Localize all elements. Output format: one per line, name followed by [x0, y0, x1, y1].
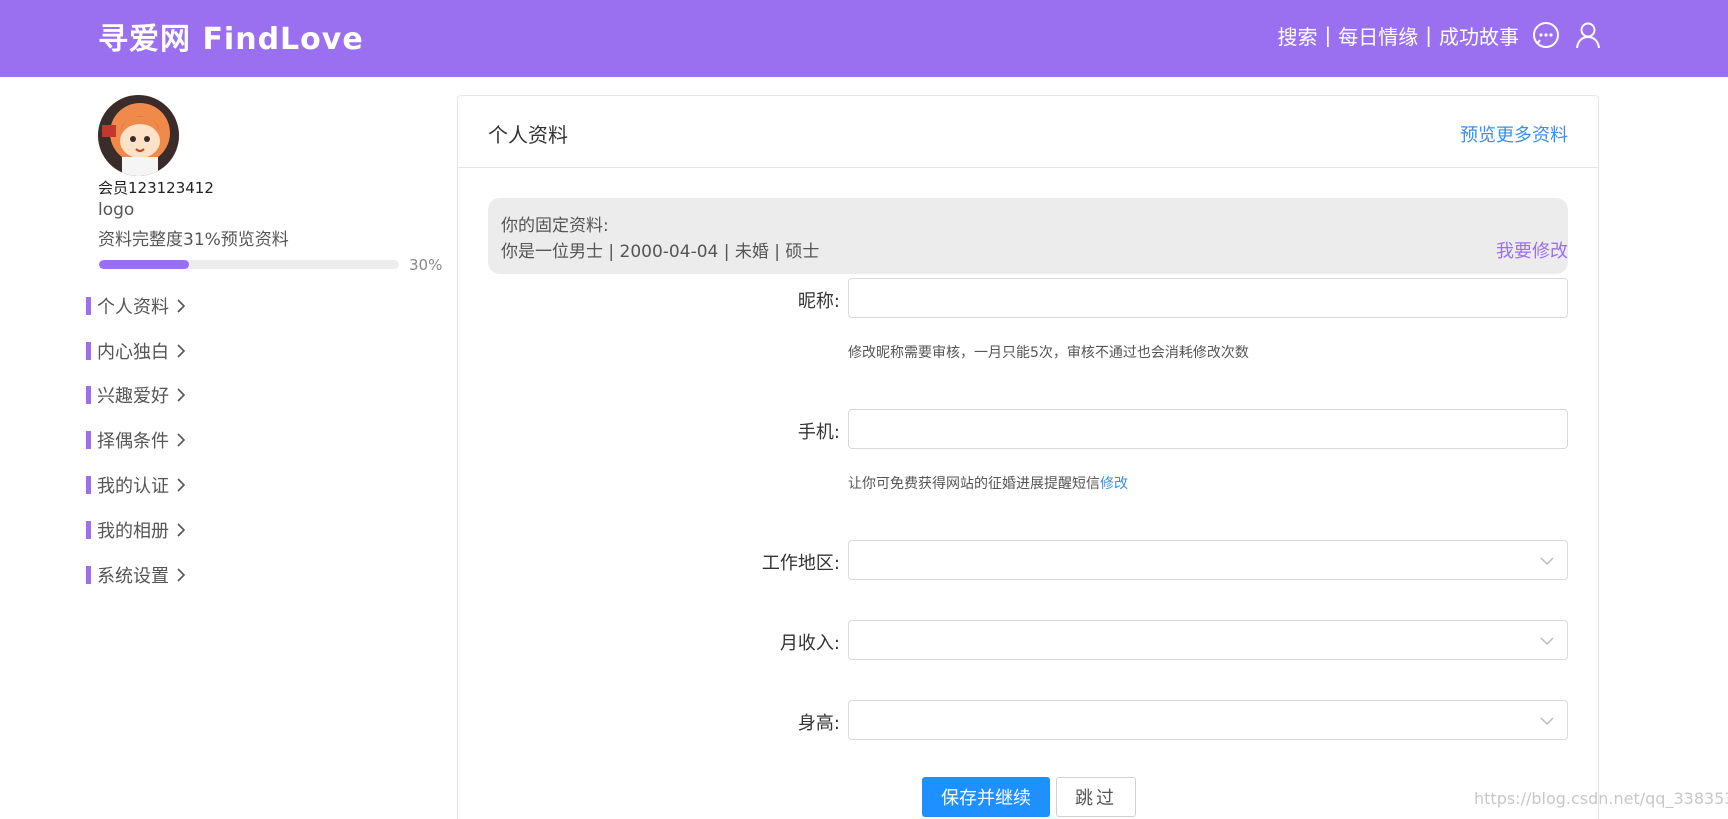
- work-region-select[interactable]: [848, 540, 1568, 580]
- chat-icon[interactable]: [1531, 20, 1561, 50]
- nav-search[interactable]: 搜索: [1278, 21, 1318, 50]
- profile-panel: 个人资料 预览更多资料 你的固定资料: 你是一位男士 | 2000-04-04 …: [457, 95, 1599, 819]
- monthly-income-select[interactable]: [848, 620, 1568, 660]
- nav-success-stories[interactable]: 成功故事: [1439, 21, 1519, 50]
- watermark: https://blog.csdn.net/qq_33835370: [1474, 789, 1728, 808]
- chevron-down-icon: [1540, 557, 1554, 566]
- save-continue-button[interactable]: 保存并继续: [922, 777, 1050, 817]
- fixed-info-title: 你的固定资料:: [501, 216, 609, 236]
- sidebar: 会员123123412 logo 资料完整度31%预览资料 30% 个人资料 内…: [0, 77, 456, 819]
- phone-edit-link[interactable]: 修改: [1100, 476, 1128, 492]
- chevron-right-icon: [177, 344, 186, 358]
- phone-hint: 让你可免费获得网站的征婚进展提醒短信修改: [848, 473, 1128, 493]
- phone-hint-text: 让你可免费获得网站的征婚进展提醒短信: [848, 476, 1100, 492]
- nickname-label: 昵称:: [797, 291, 840, 312]
- progress-percent: 30%: [409, 256, 443, 274]
- chevron-right-icon: [177, 478, 186, 492]
- logo-text: logo: [98, 200, 135, 220]
- height-select[interactable]: [848, 700, 1568, 740]
- height-label: 身高:: [797, 713, 840, 734]
- menu-marker: [86, 431, 91, 449]
- page-title: 个人资料: [488, 123, 568, 147]
- site-logo[interactable]: 寻爱网 FindLove: [98, 14, 364, 58]
- chevron-right-icon: [177, 523, 186, 537]
- sidebar-item-label: 系统设置: [97, 566, 169, 587]
- sidebar-item-album[interactable]: 我的相册: [86, 518, 187, 542]
- skip-button[interactable]: 跳过: [1056, 777, 1136, 817]
- menu-marker: [86, 342, 91, 360]
- edit-fixed-info-link[interactable]: 我要修改: [1496, 237, 1568, 263]
- user-icon[interactable]: [1573, 20, 1603, 50]
- sidebar-item-label: 我的相册: [97, 521, 169, 542]
- chevron-right-icon: [177, 433, 186, 447]
- nav-separator: |: [1324, 23, 1332, 47]
- progress-fill: [99, 260, 189, 269]
- nickname-field[interactable]: [848, 278, 1568, 318]
- top-nav: 搜索 | 每日情缘 | 成功故事: [1278, 20, 1604, 50]
- nav-separator: |: [1425, 23, 1432, 47]
- sidebar-item-profile[interactable]: 个人资料: [86, 294, 187, 318]
- fixed-info-box: 你的固定资料: 你是一位男士 | 2000-04-04 | 未婚 | 硕士 我要…: [488, 198, 1568, 274]
- sidebar-item-label: 内心独白: [97, 342, 169, 363]
- menu-marker: [86, 386, 91, 404]
- top-header: 寻爱网 FindLove 搜索 | 每日情缘 | 成功故事: [0, 0, 1728, 77]
- sidebar-item-label: 择偶条件: [97, 431, 169, 452]
- sidebar-item-partner-criteria[interactable]: 择偶条件: [86, 428, 187, 452]
- nav-daily-match[interactable]: 每日情缘: [1338, 21, 1418, 50]
- phone-field[interactable]: [848, 409, 1568, 449]
- avatar[interactable]: [98, 95, 179, 176]
- work-region-label: 工作地区:: [761, 553, 840, 574]
- chevron-right-icon: [177, 299, 186, 313]
- menu-marker: [86, 297, 91, 315]
- completeness-progress-bar: [99, 260, 399, 269]
- profile-completeness[interactable]: 资料完整度31%预览资料: [98, 225, 289, 250]
- member-id: 会员123123412: [98, 179, 214, 197]
- sidebar-item-settings[interactable]: 系统设置: [86, 563, 187, 587]
- sidebar-item-hobbies[interactable]: 兴趣爱好: [86, 383, 187, 407]
- menu-marker: [86, 476, 91, 494]
- sidebar-item-verification[interactable]: 我的认证: [86, 473, 187, 497]
- fixed-info-text: 你是一位男士 | 2000-04-04 | 未婚 | 硕士: [501, 242, 820, 262]
- phone-label: 手机:: [797, 422, 840, 443]
- chevron-right-icon: [177, 388, 186, 402]
- chevron-down-icon: [1540, 717, 1554, 726]
- sidebar-item-label: 个人资料: [97, 297, 169, 318]
- sidebar-item-label: 我的认证: [97, 476, 169, 497]
- nickname-hint: 修改昵称需要审核，一月只能5次，审核不通过也会消耗修改次数: [848, 345, 1249, 361]
- preview-more-link[interactable]: 预览更多资料: [1460, 121, 1568, 147]
- panel-header: 个人资料 预览更多资料: [458, 96, 1598, 168]
- sidebar-item-label: 兴趣爱好: [97, 386, 169, 407]
- sidebar-item-monologue[interactable]: 内心独白: [86, 339, 187, 363]
- chevron-down-icon: [1540, 637, 1554, 646]
- menu-marker: [86, 566, 91, 584]
- monthly-income-label: 月收入:: [779, 633, 840, 654]
- chevron-right-icon: [177, 568, 186, 582]
- menu-marker: [86, 521, 91, 539]
